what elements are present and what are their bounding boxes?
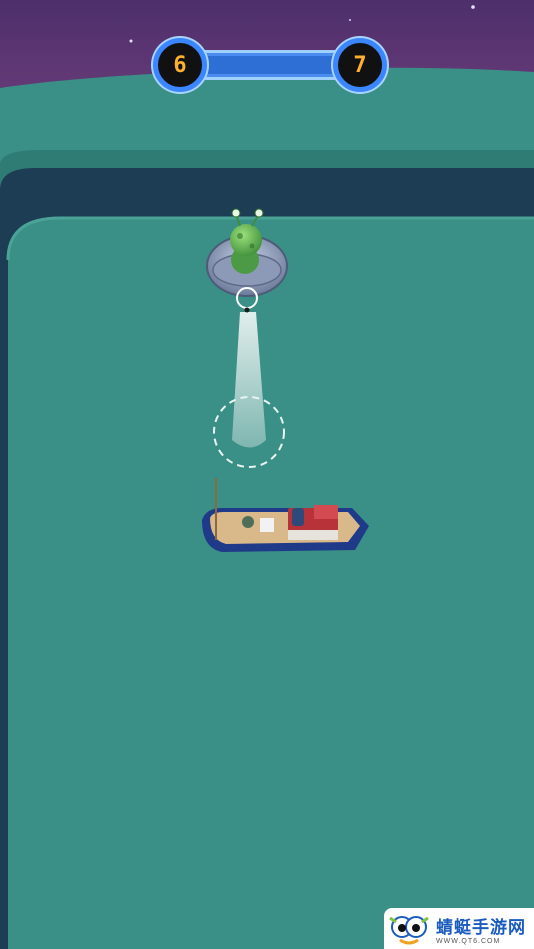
game-scene — [0, 0, 534, 949]
watermark-url: WWW.QT6.COM — [436, 937, 501, 945]
star — [349, 19, 351, 21]
star — [471, 5, 475, 9]
star — [129, 39, 133, 43]
alien-spot — [249, 243, 255, 249]
boat-barrel — [292, 508, 304, 526]
boat-crate — [260, 518, 274, 532]
level-progress-bar: 6 7 — [153, 38, 387, 94]
next-level-badge: 7 — [333, 38, 387, 92]
site-watermark: 蜻蜓手游网 WWW.QT6.COM — [384, 908, 534, 949]
arena-floor — [8, 218, 534, 949]
alien-eye-left — [231, 208, 241, 218]
alien-spot — [237, 233, 243, 239]
ufo-emitter-dot — [244, 307, 250, 313]
dragonfly-logo-icon — [389, 915, 429, 944]
boat-cabin-roof — [314, 505, 338, 519]
boat-cargo — [288, 530, 338, 540]
watermark-title: 蜻蜓手游网 — [436, 917, 526, 938]
boat-fisherman — [242, 516, 254, 528]
current-level-badge: 6 — [153, 38, 207, 92]
alien-head — [230, 224, 262, 256]
alien-eye-right — [254, 208, 264, 218]
